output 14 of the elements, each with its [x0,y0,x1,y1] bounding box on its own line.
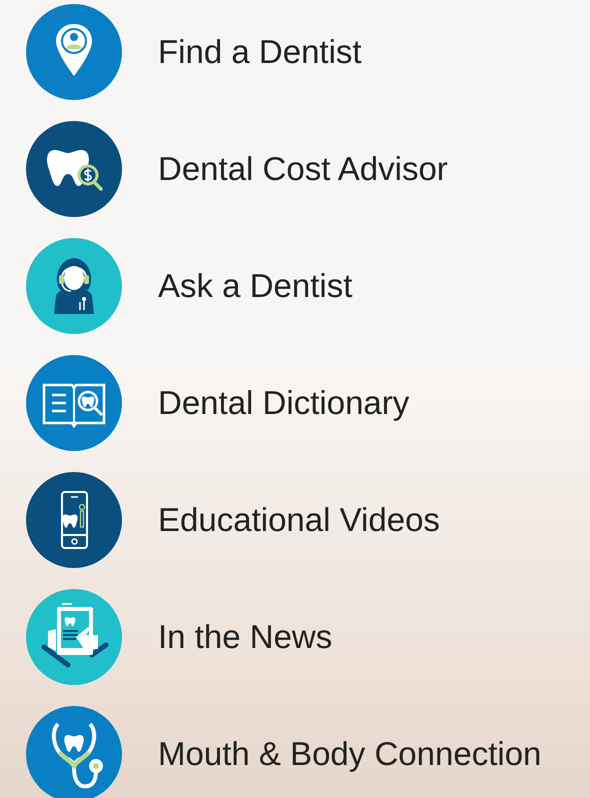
menu-link[interactable]: Dental Dictionary [158,384,410,422]
headset-agent-icon[interactable] [26,238,122,334]
tablet-hand-icon[interactable] [26,589,122,685]
menu-link[interactable]: Mouth & Body Connection [158,735,542,773]
menu-link[interactable]: In the News [158,618,332,656]
stethoscope-tooth-icon[interactable] [26,706,122,798]
menu-link[interactable]: Educational Videos [158,501,440,539]
menu-link[interactable]: Dental Cost Advisor [158,150,448,188]
book-magnifier-icon[interactable] [26,355,122,451]
tooth-magnifier-icon[interactable] [26,121,122,217]
menu-link[interactable]: Ask a Dentist [158,267,352,305]
phone-tooth-icon[interactable] [26,472,122,568]
menu-link[interactable]: Find a Dentist [158,33,362,71]
map-pin-person-icon[interactable] [26,4,122,100]
